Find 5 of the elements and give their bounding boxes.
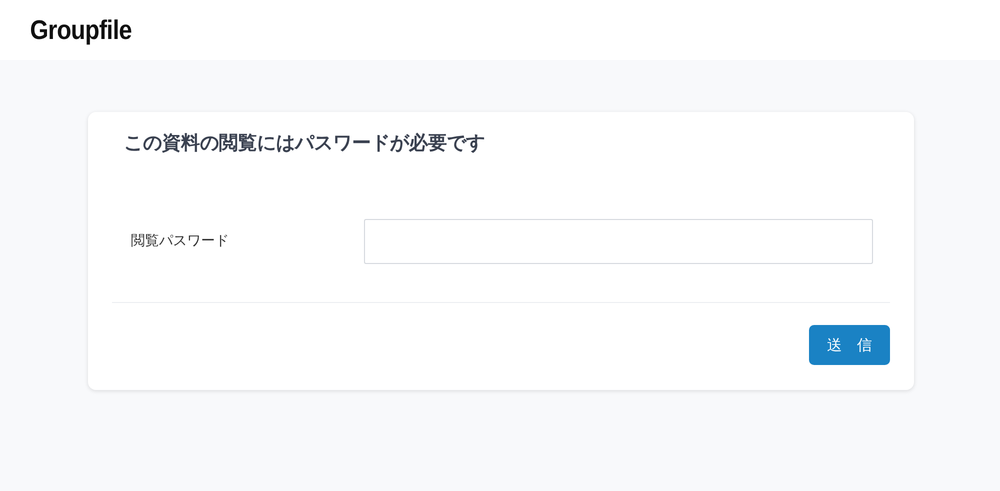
logo: Groupfile — [30, 14, 132, 47]
password-field[interactable] — [364, 218, 873, 264]
field-label: 閲覧パスワード — [130, 232, 230, 251]
submit-button[interactable]: 送 信 — [809, 324, 890, 365]
card-title: この資料の閲覧にはパスワードが必要です — [124, 132, 486, 155]
